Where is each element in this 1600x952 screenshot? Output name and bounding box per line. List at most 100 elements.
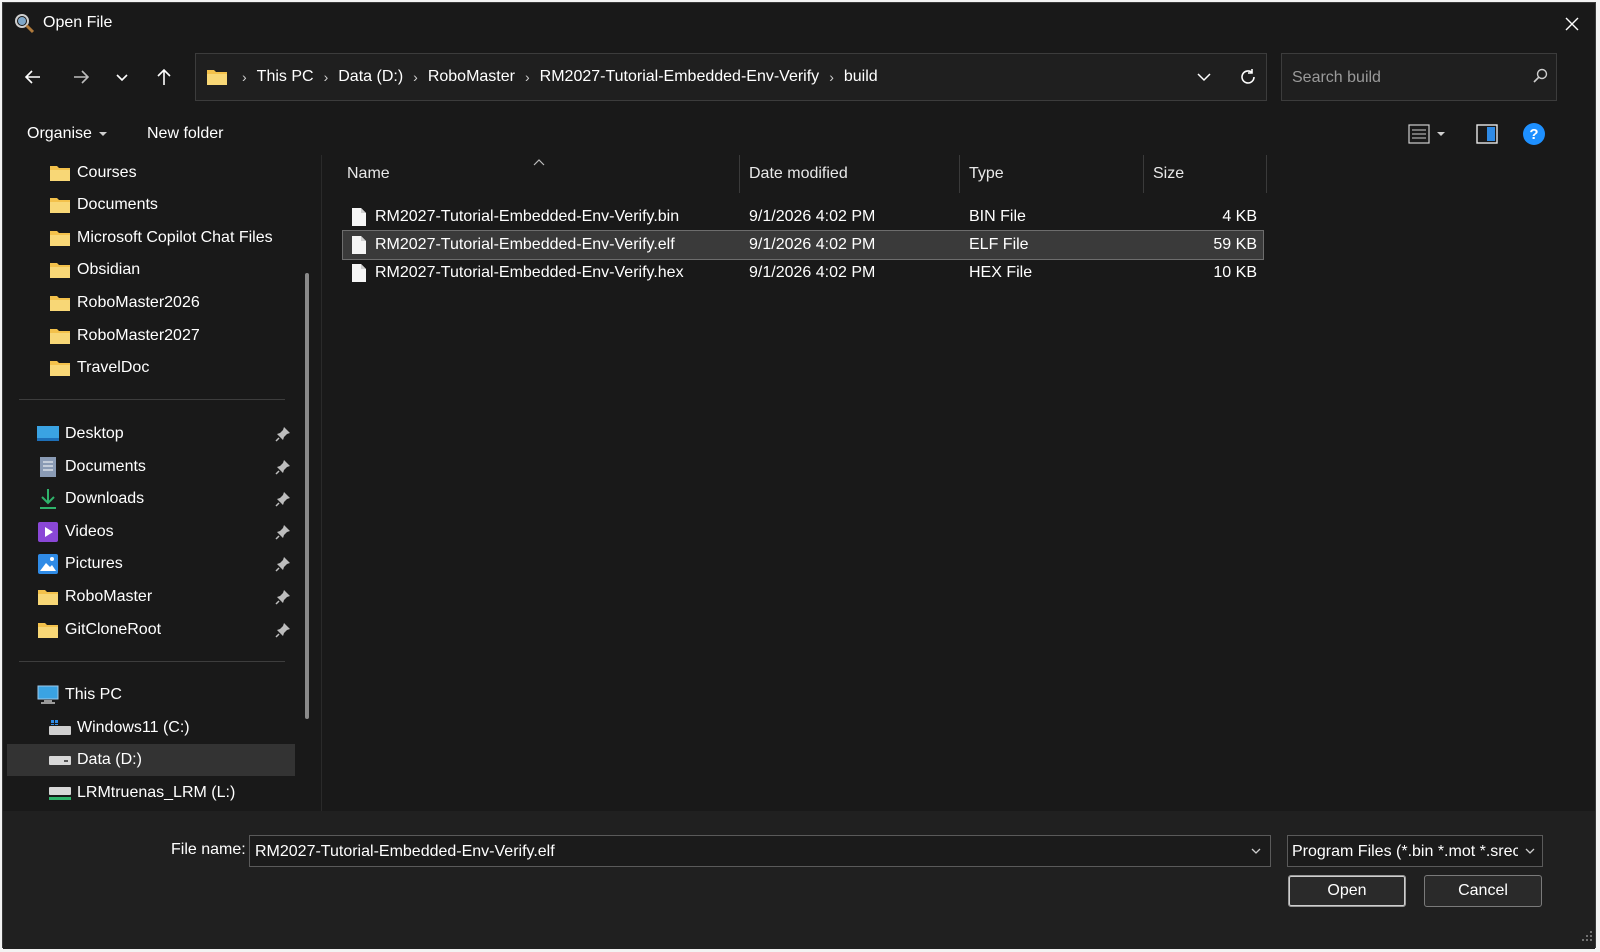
breadcrumb: › This PC › Data (D:) › RoboMaster › RM2… xyxy=(236,54,882,100)
sidebar-item-label: GitCloneRoot xyxy=(65,621,162,638)
column-divider[interactable] xyxy=(739,155,740,193)
sidebar-item-folder[interactable]: RoboMaster2027 xyxy=(49,320,200,352)
pin-icon xyxy=(275,459,291,475)
sidebar-item-this-pc[interactable]: This PC xyxy=(37,679,122,711)
new-folder-label: New folder xyxy=(147,125,224,142)
folder-icon xyxy=(49,357,71,379)
sidebar-item-folder[interactable]: Documents xyxy=(49,189,158,221)
sidebar-item-downloads[interactable]: Downloads xyxy=(37,483,144,515)
command-bar: Organise New folder ? xyxy=(3,115,1595,153)
caret-down-icon xyxy=(98,132,107,136)
sidebar-item-gitcloneroot[interactable]: GitCloneRoot xyxy=(37,614,161,646)
refresh-button[interactable] xyxy=(1228,54,1268,100)
sidebar-item-label: Documents xyxy=(77,196,158,213)
sidebar-item-desktop[interactable]: Desktop xyxy=(37,418,124,450)
recent-locations-button[interactable] xyxy=(102,53,142,101)
new-folder-button[interactable]: New folder xyxy=(147,115,223,153)
breadcrumb-item[interactable]: RM2027-Tutorial-Embedded-Env-Verify xyxy=(536,68,824,86)
sidebar-item-drive-c[interactable]: Windows11 (C:) xyxy=(49,712,190,744)
view-options-button[interactable] xyxy=(1403,119,1451,149)
sidebar-item-label: Microsoft Copilot Chat Files xyxy=(77,229,273,246)
folder-icon xyxy=(37,619,59,641)
file-row-selected[interactable]: RM2027-Tutorial-Embedded-Env-Verify.elf … xyxy=(342,230,1264,260)
forward-button[interactable] xyxy=(61,53,101,101)
help-icon: ? xyxy=(1523,123,1545,145)
breadcrumb-item[interactable]: This PC xyxy=(253,68,318,86)
search-box[interactable] xyxy=(1281,53,1557,101)
file-row[interactable]: RM2027-Tutorial-Embedded-Env-Verify.bin … xyxy=(343,203,1263,231)
file-size: 59 KB xyxy=(1213,236,1257,253)
desktop-icon xyxy=(37,423,59,445)
file-name-panel: File name: RM2027-Tutorial-Embedded-Env-… xyxy=(3,811,1595,949)
file-name-dropdown-button[interactable] xyxy=(1242,836,1270,866)
cancel-button[interactable]: Cancel xyxy=(1424,875,1542,907)
sidebar-item-videos[interactable]: Videos xyxy=(37,516,114,548)
file-name-combobox[interactable]: RM2027-Tutorial-Embedded-Env-Verify.elf xyxy=(249,835,1271,867)
pane-divider[interactable] xyxy=(321,155,322,811)
file-type: ELF File xyxy=(969,236,1029,253)
sidebar-item-pictures[interactable]: Pictures xyxy=(37,548,123,580)
breadcrumb-item[interactable]: RoboMaster xyxy=(424,68,519,86)
breadcrumb-item[interactable]: build xyxy=(840,68,882,86)
sidebar-item-label: Documents xyxy=(65,458,146,475)
help-button[interactable]: ? xyxy=(1519,119,1549,149)
sidebar-item-label: RoboMaster2026 xyxy=(77,294,200,311)
back-button[interactable] xyxy=(13,53,53,101)
close-button[interactable] xyxy=(1549,3,1595,45)
arrow-right-icon xyxy=(74,70,90,84)
folder-icon xyxy=(49,325,71,347)
column-divider[interactable] xyxy=(1143,155,1144,193)
sidebar-item-folder[interactable]: RoboMaster2026 xyxy=(49,287,200,319)
file-list: Name Date modified Type Size RM2027-Tuto… xyxy=(323,155,1595,811)
open-button[interactable]: Open xyxy=(1288,875,1406,907)
folder-icon xyxy=(49,227,71,249)
chevron-down-icon xyxy=(116,74,128,82)
svg-text:?: ? xyxy=(1529,126,1538,143)
address-bar[interactable]: › This PC › Data (D:) › RoboMaster › RM2… xyxy=(195,53,1267,101)
details-view-icon xyxy=(1408,124,1430,144)
column-header-type[interactable]: Type xyxy=(969,155,1143,193)
address-history-button[interactable] xyxy=(1184,54,1224,100)
file-name-label: File name: xyxy=(171,841,246,858)
sidebar-item-folder[interactable]: Microsoft Copilot Chat Files xyxy=(49,222,273,254)
file-name-field[interactable]: RM2027-Tutorial-Embedded-Env-Verify.elf xyxy=(255,843,555,861)
breadcrumb-item[interactable]: Data (D:) xyxy=(334,68,407,86)
caret-down-icon xyxy=(1437,132,1445,136)
sidebar-item-folder[interactable]: Courses xyxy=(49,157,137,189)
column-header-name[interactable]: Name xyxy=(347,155,737,193)
file-type-dropdown-button[interactable] xyxy=(1518,836,1542,866)
sidebar-item-robomaster[interactable]: RoboMaster xyxy=(37,581,152,613)
chevron-down-icon xyxy=(1525,848,1535,854)
chevron-right-icon: › xyxy=(524,69,530,85)
resize-grip-icon[interactable] xyxy=(1581,929,1593,947)
preview-pane-button[interactable] xyxy=(1471,119,1503,149)
column-divider[interactable] xyxy=(1266,155,1267,193)
file-date: 9/1/2026 4:02 PM xyxy=(749,236,876,253)
sidebar-divider xyxy=(19,661,285,662)
sidebar-item-drive-l[interactable]: LRMtruenas_LRM (L:) xyxy=(49,777,235,809)
file-icon xyxy=(351,235,367,260)
file-type-select[interactable]: Program Files (*.bin *.mot *.srec xyxy=(1287,835,1543,867)
sidebar-item-label: Pictures xyxy=(65,555,123,572)
column-header-date[interactable]: Date modified xyxy=(749,155,959,193)
chevron-down-icon xyxy=(1197,73,1211,82)
column-header-size[interactable]: Size xyxy=(1153,155,1263,193)
open-file-dialog: Open File › This PC › Data (D:) › RoboMa… xyxy=(2,2,1596,949)
file-size: 4 KB xyxy=(1222,208,1257,225)
sidebar-scrollbar[interactable] xyxy=(305,273,309,719)
windows-drive-icon xyxy=(49,717,71,739)
sidebar-item-drive-d[interactable]: Data (D:) xyxy=(49,744,142,776)
up-button[interactable] xyxy=(144,53,184,101)
pin-icon xyxy=(275,524,291,540)
download-icon xyxy=(37,488,59,510)
chevron-right-icon: › xyxy=(323,69,329,85)
file-type: HEX File xyxy=(969,264,1033,281)
sidebar-item-folder[interactable]: TravelDoc xyxy=(49,352,149,384)
search-input[interactable] xyxy=(1290,66,1514,90)
chevron-right-icon: › xyxy=(829,69,834,85)
column-divider[interactable] xyxy=(959,155,960,193)
sidebar-item-folder[interactable]: Obsidian xyxy=(49,254,140,286)
organise-button[interactable]: Organise xyxy=(27,115,108,153)
file-row[interactable]: RM2027-Tutorial-Embedded-Env-Verify.hex … xyxy=(343,259,1263,287)
sidebar-item-documents[interactable]: Documents xyxy=(37,451,146,483)
